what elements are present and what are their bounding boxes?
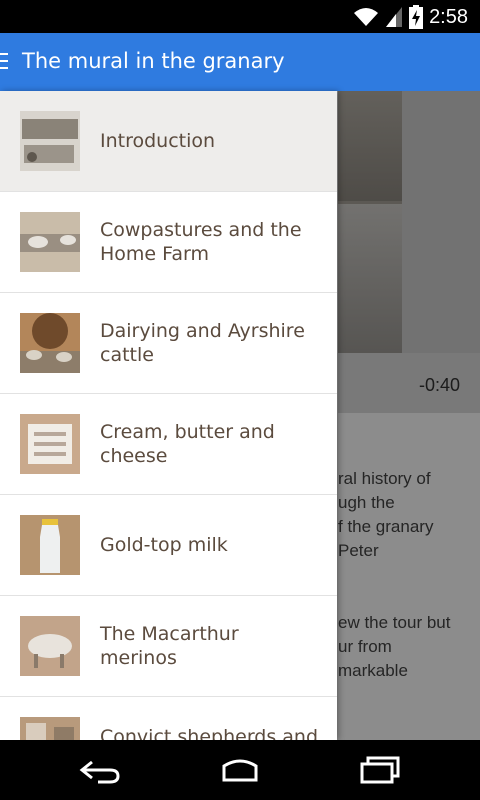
- thumbnail-image: [20, 414, 80, 474]
- navigation-drawer: Introduction Cowpastures and the Home Fa…: [0, 91, 337, 740]
- drawer-item-label: The Macarthur merinos: [100, 622, 325, 670]
- cell-signal-icon: [386, 7, 403, 27]
- drawer-item-label-line: Cowpastures and the: [100, 219, 302, 241]
- thumbnail-image: [20, 717, 80, 740]
- drawer-item-macarthur-merinos[interactable]: The Macarthur merinos: [0, 596, 337, 697]
- thumbnail-image: [20, 111, 80, 171]
- system-nav-bar: [0, 740, 480, 800]
- home-icon[interactable]: [218, 754, 262, 786]
- drawer-item-convict-shepherds[interactable]: Convict shepherds and: [0, 697, 337, 740]
- drawer-item-label-line: cheese: [100, 445, 168, 467]
- drawer-item-label: Dairying and Ayrshire cattle: [100, 319, 325, 367]
- drawer-item-label-line: merinos: [100, 647, 177, 669]
- drawer-item-cream-butter-cheese[interactable]: Cream, butter and cheese: [0, 394, 337, 495]
- drawer-item-label: Introduction: [100, 130, 216, 152]
- status-icons: 2:58: [353, 4, 468, 30]
- drawer-item-dairying[interactable]: Dairying and Ayrshire cattle: [0, 293, 337, 394]
- drawer-item-cowpastures[interactable]: Cowpastures and the Home Farm: [0, 192, 337, 293]
- drawer-item-introduction[interactable]: Introduction: [0, 91, 337, 192]
- thumbnail-image: [20, 212, 80, 272]
- drawer-item-label: Convict shepherds and: [100, 726, 319, 740]
- thumbnail-image: [20, 515, 80, 575]
- drawer-item-label-line: Home Farm: [100, 243, 209, 265]
- app-title[interactable]: The mural in the granary: [22, 49, 285, 73]
- app-bar: The mural in the granary: [0, 33, 480, 91]
- battery-charging-icon: [409, 5, 424, 29]
- thumbnail-image: [20, 616, 80, 676]
- recent-apps-icon[interactable]: [358, 754, 402, 786]
- drawer-item-label: Gold-top milk: [100, 534, 228, 556]
- hamburger-menu-icon[interactable]: [0, 53, 10, 71]
- wifi-icon: [354, 8, 379, 26]
- drawer-item-label: Cowpastures and the Home Farm: [100, 218, 325, 266]
- thumbnail-image: [20, 313, 80, 373]
- drawer-item-label-line: The Macarthur: [100, 623, 239, 645]
- status-time: 2:58: [429, 5, 468, 28]
- drawer-item-label-line: Dairying and Ayrshire: [100, 320, 305, 342]
- back-icon[interactable]: [78, 754, 122, 786]
- status-bar: 2:58: [0, 0, 480, 33]
- drawer-item-label: Cream, butter and cheese: [100, 420, 325, 468]
- drawer-item-gold-top-milk[interactable]: Gold-top milk: [0, 495, 337, 596]
- drawer-item-label-line: Cream, butter and: [100, 421, 275, 443]
- drawer-item-label-line: cattle: [100, 344, 154, 366]
